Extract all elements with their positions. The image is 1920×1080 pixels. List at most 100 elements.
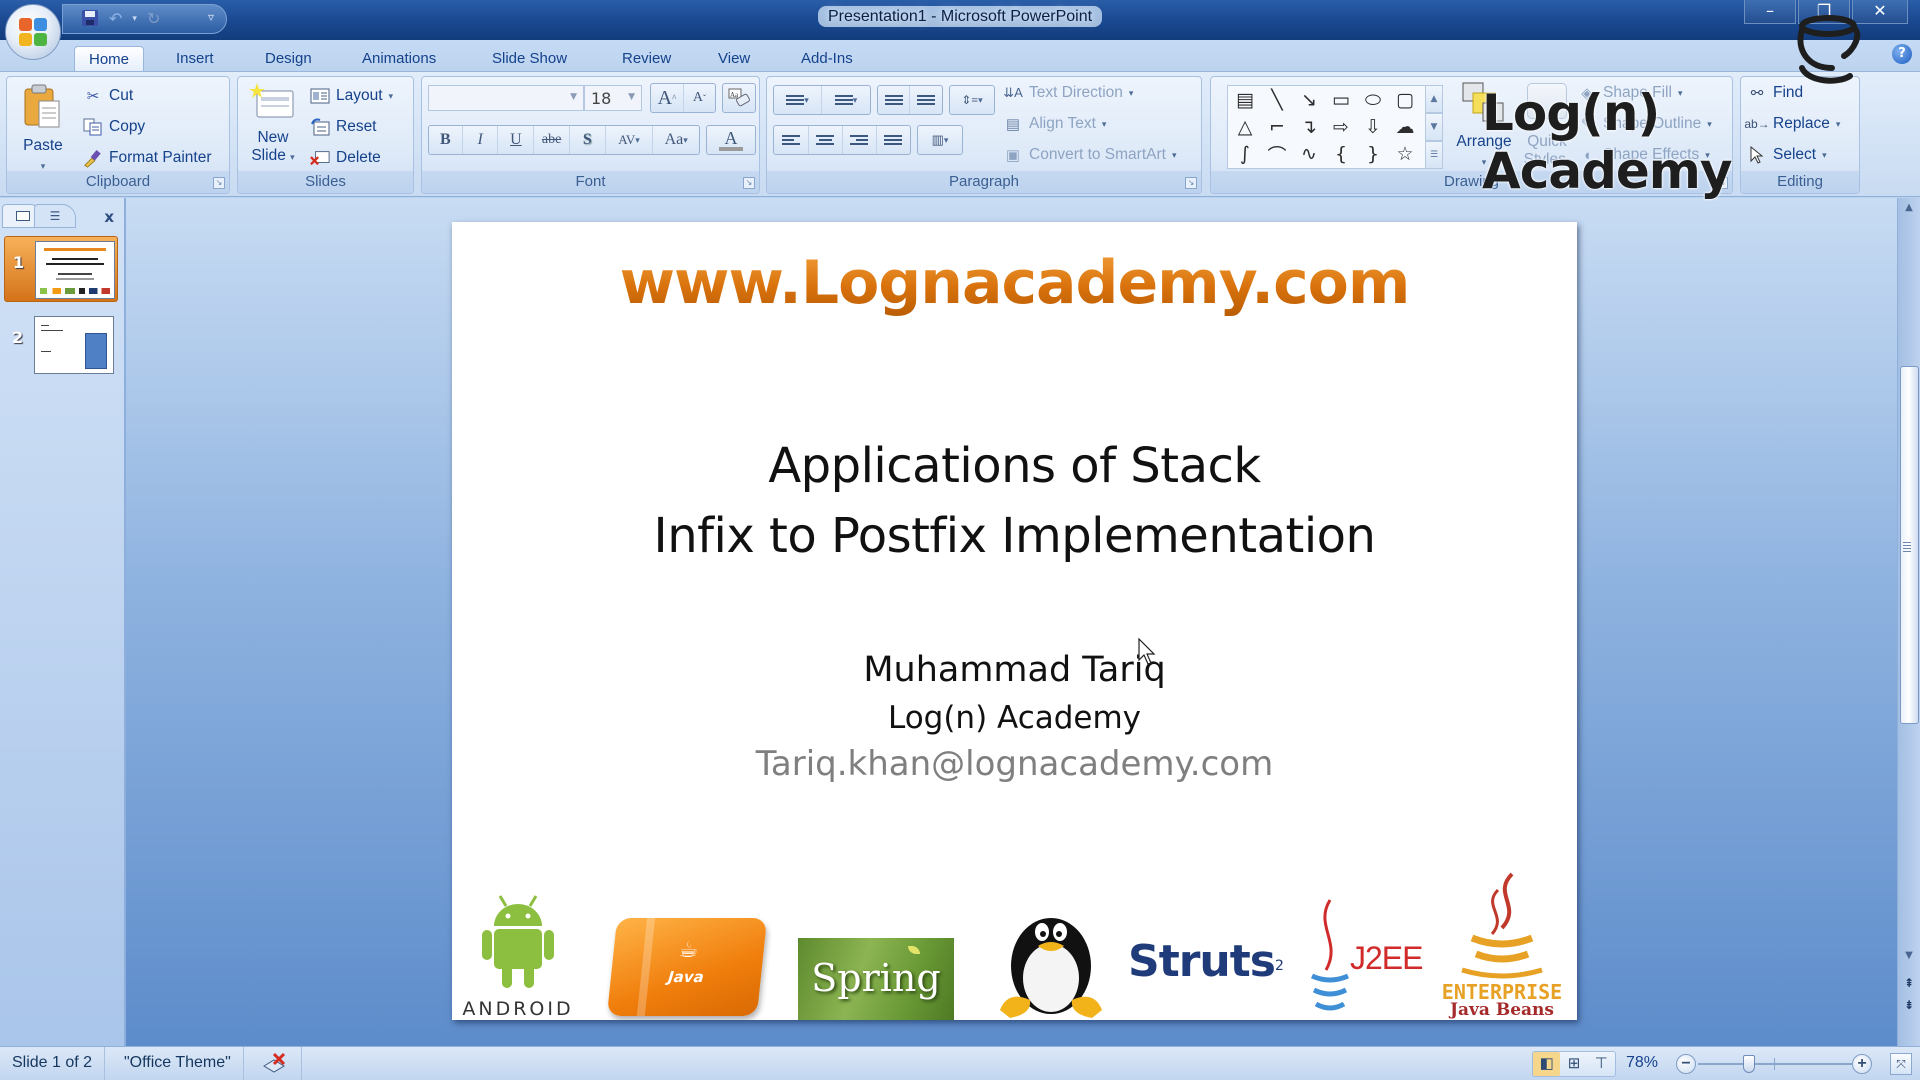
align-right-button[interactable] — [843, 126, 877, 154]
spell-check-status[interactable] — [250, 1047, 302, 1080]
next-slide-button[interactable]: ⇟ — [1898, 996, 1920, 1016]
strikethrough-button[interactable]: abe — [534, 126, 570, 154]
bold-button[interactable]: B — [429, 126, 463, 154]
save-icon[interactable] — [81, 9, 99, 30]
shape-gallery-item[interactable]: { — [1328, 143, 1354, 165]
slide-organization: Log(n) Academy — [887, 700, 1142, 736]
numbering-button[interactable]: ▾ — [822, 86, 870, 114]
linux-tux-logo — [990, 902, 1112, 1020]
scroll-up-arrow[interactable]: ▲ — [1898, 202, 1920, 220]
decrease-indent-button[interactable] — [878, 86, 911, 114]
shape-gallery-item[interactable]: ☆ — [1392, 143, 1418, 165]
scroll-down-arrow[interactable]: ▼ — [1898, 950, 1920, 968]
undo-icon[interactable]: ↶ — [109, 11, 122, 27]
character-spacing-button[interactable]: AV ▾ — [606, 126, 654, 154]
tab-animations[interactable]: Animations — [348, 46, 450, 72]
align-text-button[interactable]: ▤ Align Text ▾ — [1003, 114, 1107, 134]
zoom-level[interactable]: 78% — [1626, 1047, 1658, 1079]
shape-gallery-item[interactable]: ▭ — [1328, 89, 1354, 111]
undo-dropdown-icon[interactable]: ▾ — [132, 11, 137, 27]
customize-qat-icon[interactable]: ▿ — [208, 10, 214, 24]
shape-gallery-item[interactable]: ⇨ — [1328, 116, 1354, 138]
change-case-button[interactable]: Aa ▾ — [653, 126, 699, 154]
gallery-scroll-down[interactable]: ▼ — [1425, 113, 1443, 141]
delete-slide-button[interactable]: Delete — [310, 148, 381, 168]
shape-gallery-item[interactable]: ↘ — [1296, 89, 1322, 111]
theme-status[interactable]: "Office Theme" — [112, 1047, 244, 1080]
format-painter-button[interactable]: Format Painter — [83, 148, 212, 168]
convert-smartart-button[interactable]: ▣ Convert to SmartArt ▾ — [1003, 145, 1177, 165]
watermark-logo-text: Log(n) Academy — [1482, 84, 1732, 200]
underline-button[interactable]: U — [498, 126, 535, 154]
normal-view-button[interactable]: ◧ — [1533, 1052, 1561, 1076]
zoom-slider-track[interactable] — [1698, 1063, 1852, 1065]
slide-canvas[interactable]: www.Lognacademy.com Applications of Stac… — [452, 222, 1577, 1020]
tab-outline[interactable]: ☰ — [34, 204, 76, 228]
zoom-out-button[interactable]: − — [1676, 1054, 1696, 1074]
redo-icon[interactable]: ↻ — [147, 11, 160, 27]
zoom-slider-thumb[interactable] — [1743, 1055, 1756, 1073]
vertical-scrollbar[interactable]: ▲ ▼ ⇞ ⇟ — [1897, 198, 1920, 1046]
tab-home[interactable]: Home — [74, 46, 145, 72]
shape-gallery-item[interactable]: ⌒ — [1264, 143, 1290, 167]
cut-button[interactable]: ✂ Cut — [83, 86, 133, 106]
shadow-button[interactable]: S — [570, 126, 606, 154]
increase-indent-button[interactable] — [910, 86, 942, 114]
shape-gallery-item[interactable]: ∫ — [1232, 143, 1258, 165]
shape-gallery-item[interactable]: ╲ — [1264, 89, 1290, 111]
paste-button[interactable]: Paste ▾ — [13, 81, 73, 171]
justify-button[interactable] — [877, 126, 911, 154]
shrink-font-button[interactable]: Aˇ — [684, 84, 715, 112]
shape-gallery-item[interactable]: ☁ — [1392, 116, 1418, 138]
numbering-icon — [834, 93, 853, 107]
clear-formatting-button[interactable]: Aa — [723, 84, 755, 112]
previous-slide-button[interactable]: ⇞ — [1898, 974, 1920, 994]
slide-thumbnail-1[interactable]: 1 — [4, 236, 118, 302]
slide-thumbnail-2[interactable]: 2 — [4, 312, 118, 378]
shape-gallery-item[interactable]: ↴ — [1296, 116, 1322, 138]
gallery-scroll-up[interactable]: ▲ — [1425, 85, 1443, 113]
gallery-more[interactable]: ☰ — [1425, 141, 1443, 169]
align-left-button[interactable] — [774, 126, 809, 154]
close-panel-icon[interactable]: x — [104, 208, 114, 226]
slide-show-view-button[interactable]: ⊤ — [1588, 1052, 1615, 1076]
shape-gallery-item[interactable]: ▤ — [1232, 89, 1258, 111]
columns-button[interactable]: ▥ ▾ — [918, 126, 962, 154]
shape-gallery-item[interactable]: ⬭ — [1360, 89, 1386, 111]
font-dialog-launcher[interactable]: ↘ — [743, 177, 755, 189]
font-color-button[interactable]: A — [707, 126, 755, 154]
tab-add-ins[interactable]: Add-Ins — [787, 46, 867, 72]
shape-gallery-item[interactable]: ∿ — [1296, 143, 1322, 165]
tab-view[interactable]: View — [704, 46, 764, 72]
shape-gallery-item[interactable]: △ — [1232, 116, 1258, 138]
tab-insert[interactable]: Insert — [162, 46, 228, 72]
paragraph-dialog-launcher[interactable]: ↘ — [1185, 177, 1197, 189]
bullets-button[interactable]: ▾ — [774, 86, 823, 114]
copy-button[interactable]: Copy — [83, 117, 145, 137]
italic-button[interactable]: I — [463, 126, 499, 154]
clipboard-dialog-launcher[interactable]: ↘ — [213, 177, 225, 189]
grow-font-button[interactable]: A ^ — [651, 84, 684, 112]
columns-group: ▥ ▾ — [917, 125, 963, 155]
font-size-combo[interactable]: 18 ▼ — [584, 85, 642, 111]
reset-button[interactable]: Reset — [310, 117, 377, 137]
leaf-icon — [908, 946, 920, 954]
font-name-combo[interactable]: ▼ — [428, 85, 584, 111]
shape-gallery-item[interactable]: ⇩ — [1360, 116, 1386, 138]
tab-slide-show[interactable]: Slide Show — [478, 46, 581, 72]
shape-gallery-item[interactable]: } — [1360, 143, 1386, 165]
help-icon[interactable]: ? — [1892, 44, 1912, 64]
shape-gallery-item[interactable]: ⌐ — [1264, 116, 1290, 138]
slide-sorter-view-button[interactable]: ⊞ — [1560, 1052, 1587, 1076]
fit-to-window-button[interactable]: ⤧ — [1890, 1053, 1912, 1075]
tab-design[interactable]: Design — [251, 46, 326, 72]
text-direction-button[interactable]: ⇊A Text Direction ▾ — [1003, 83, 1133, 103]
align-center-button[interactable] — [809, 126, 843, 154]
shape-gallery-item[interactable]: ▢ — [1392, 89, 1418, 111]
zoom-in-button[interactable]: + — [1852, 1054, 1872, 1074]
office-button[interactable] — [5, 4, 61, 60]
layout-button[interactable]: Layout ▾ — [310, 86, 393, 106]
line-spacing-button[interactable]: ⇕≡ ▾ — [950, 86, 994, 114]
new-slide-button[interactable]: New Slide ▾ — [242, 81, 304, 169]
tab-review[interactable]: Review — [608, 46, 685, 72]
